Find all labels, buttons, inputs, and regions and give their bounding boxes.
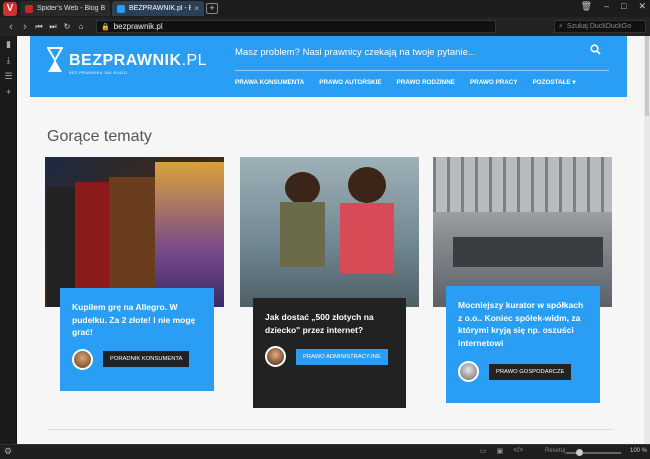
- spiderweb-favicon-icon: [25, 4, 33, 13]
- office-ceiling: [433, 157, 612, 212]
- search-field[interactable]: ⌕ Szukaj DuckDuckGo: [554, 20, 646, 33]
- search-icon: ⌕: [559, 22, 563, 30]
- panel-toggle-icon[interactable]: ▭: [480, 447, 487, 455]
- image-toggle-icon[interactable]: ▣: [497, 447, 504, 455]
- vivaldi-menu-icon[interactable]: V: [3, 1, 17, 16]
- card-image-office[interactable]: [433, 157, 612, 307]
- nav-prawo-autorskie[interactable]: PRAWO AUTORSKIE: [319, 79, 381, 86]
- section-divider: [47, 429, 614, 430]
- settings-gear-icon[interactable]: ⚙: [4, 446, 12, 457]
- section-title: Gorące tematy: [47, 128, 152, 145]
- tab-spiders-web[interactable]: Spider's Web - Blog Blisko: [20, 1, 110, 16]
- site-search-icon[interactable]: [590, 44, 601, 58]
- forward-icon[interactable]: ›: [18, 21, 32, 33]
- hourglass-logo-icon: [47, 47, 63, 72]
- notes-icon[interactable]: ☰: [0, 68, 17, 84]
- card-image-children[interactable]: [240, 157, 419, 307]
- side-panel: ▮ ⤓ ☰ +: [0, 36, 17, 444]
- status-icons: ▭ ▣ </>: [480, 447, 523, 455]
- minimize-icon[interactable]: –: [604, 1, 609, 12]
- nav-prawo-rodzinne[interactable]: PRAWO RODZINNE: [397, 79, 455, 86]
- card-title[interactable]: Jak dostać „500 złotych na dziecko" prze…: [265, 311, 394, 336]
- zoom-reset-button[interactable]: Resetuj: [545, 448, 565, 454]
- logo-wordmark: BEZPRAWNIK.PL: [69, 52, 208, 69]
- scrollbar-thumb[interactable]: [645, 36, 649, 116]
- new-tab-button[interactable]: +: [206, 3, 218, 14]
- url-text: bezprawnik.pl: [113, 22, 163, 31]
- header-tagline[interactable]: Masz problem? Nasi prawnicy czekają na t…: [235, 47, 476, 58]
- bookmark-icon[interactable]: ▮: [0, 36, 17, 52]
- lock-icon: 🔒: [101, 23, 110, 31]
- child-2-coat: [340, 203, 394, 273]
- child-1-head: [285, 172, 320, 204]
- download-icon[interactable]: ⤓: [0, 52, 17, 68]
- tab-bar: V Spider's Web - Blog Blisko BEZPRAWNIK.…: [0, 0, 650, 17]
- zoom-slider[interactable]: [566, 449, 621, 456]
- trash-icon[interactable]: 🗑: [581, 1, 592, 12]
- url-field[interactable]: 🔒 bezprawnik.pl: [96, 20, 496, 33]
- category-button[interactable]: PRAWO GOSPODARCZE: [489, 363, 572, 380]
- web-page: BEZPRAWNIK.PL BEZ PRAWNIKA JAK RUDZI Mas…: [17, 36, 644, 444]
- nav-prawa-konsumenta[interactable]: PRAWA KONSUMENTA: [235, 79, 304, 86]
- logo-tagline: BEZ PRAWNIKA JAK RUDZI: [69, 70, 128, 75]
- code-icon[interactable]: </>: [513, 447, 523, 455]
- card-title[interactable]: Kupiłem grę na Allegro. W pudełku. Za 2 …: [72, 301, 202, 339]
- category-button[interactable]: PORADNIK KONSUMENTA: [103, 351, 190, 367]
- header-divider: [235, 70, 609, 71]
- close-tab-icon[interactable]: ×: [194, 4, 199, 13]
- zoom-slider-knob[interactable]: [575, 449, 583, 456]
- home-icon[interactable]: ⌂: [74, 22, 88, 31]
- author-avatar: [72, 348, 93, 370]
- author-avatar: [265, 346, 286, 367]
- bezprawnik-favicon-icon: [117, 4, 125, 13]
- category-button[interactable]: PRAWO ADMINISTRACYJNE: [296, 348, 388, 365]
- child-2-head: [348, 167, 386, 203]
- search-placeholder: Szukaj DuckDuckGo: [566, 23, 632, 30]
- nav-pozostale[interactable]: POZOSTAŁE ▾: [533, 79, 576, 86]
- zoom-level: 100 %: [630, 448, 648, 454]
- status-bar: ⚙ ▭ ▣ </> Resetuj 100 %: [0, 444, 650, 459]
- browser-window: V Spider's Web - Blog Blisko BEZPRAWNIK.…: [0, 0, 650, 459]
- window-controls: 🗑 – □ ✕: [581, 1, 646, 12]
- child-1-coat: [280, 202, 325, 267]
- page-scrollbar[interactable]: [644, 36, 650, 444]
- tab-label: Spider's Web - Blog Blisko: [37, 5, 105, 12]
- card-title[interactable]: Mocniejszy kurator w spółkach z o.o.. Ko…: [458, 299, 588, 349]
- card-image-games[interactable]: [45, 157, 224, 307]
- nav-prawo-pracy[interactable]: PRAWO PRACY: [470, 79, 518, 86]
- close-window-icon[interactable]: ✕: [638, 1, 646, 12]
- add-panel-icon[interactable]: +: [0, 84, 17, 100]
- address-toolbar: ‹ › ⏮ ⏭ ↻ ⌂ 🔒 bezprawnik.pl ⌕ Szukaj Duc…: [0, 17, 650, 36]
- card-3[interactable]: Mocniejszy kurator w spółkach z o.o.. Ko…: [446, 286, 600, 403]
- tab-label: BEZPRAWNIK.pl - Bez prawn: [129, 5, 192, 12]
- office-desks: [453, 237, 603, 267]
- main-nav: PRAWA KONSUMENTA PRAWO AUTORSKIE PRAWO R…: [235, 79, 591, 86]
- fast-forward-icon[interactable]: ⏭: [46, 22, 60, 32]
- card-1[interactable]: Kupiłem grę na Allegro. W pudełku. Za 2 …: [60, 288, 214, 391]
- author-avatar: [458, 361, 479, 382]
- reload-icon[interactable]: ↻: [60, 22, 74, 31]
- rewind-icon[interactable]: ⏮: [32, 22, 46, 32]
- game-box-4: [155, 162, 224, 307]
- card-2[interactable]: Jak dostać „500 złotych na dziecko" prze…: [253, 298, 406, 408]
- maximize-icon[interactable]: □: [621, 1, 626, 12]
- back-icon[interactable]: ‹: [4, 21, 18, 33]
- tab-bezprawnik[interactable]: BEZPRAWNIK.pl - Bez prawn ×: [112, 1, 204, 16]
- site-header: BEZPRAWNIK.PL BEZ PRAWNIKA JAK RUDZI Mas…: [30, 36, 627, 97]
